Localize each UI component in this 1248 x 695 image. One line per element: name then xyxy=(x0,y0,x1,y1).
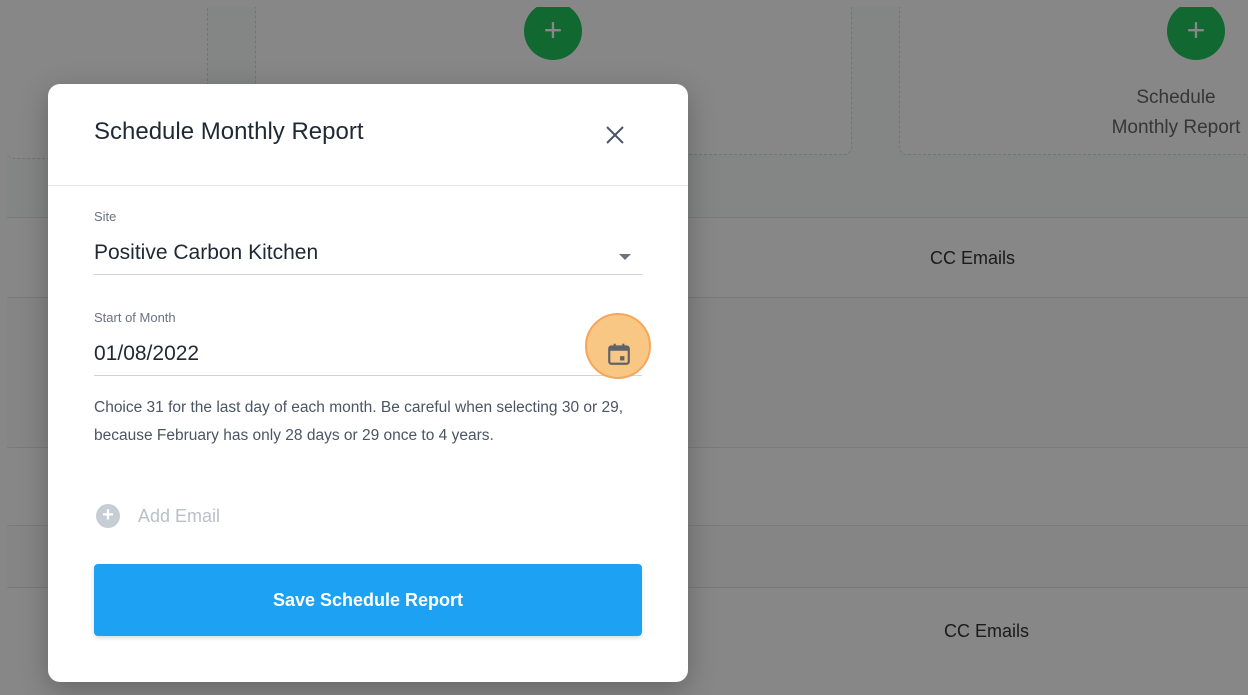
site-select[interactable]: Positive Carbon Kitchen xyxy=(94,241,318,265)
calendar-button[interactable] xyxy=(606,341,632,367)
help-text: Choice 31 for the last day of each month… xyxy=(94,399,624,444)
chevron-down-icon[interactable] xyxy=(619,254,631,260)
start-month-input[interactable]: 01/08/2022 xyxy=(94,342,199,366)
modal-header: Schedule Monthly Report xyxy=(48,84,688,186)
close-icon xyxy=(606,126,624,144)
add-email-button[interactable]: + Add Email xyxy=(96,502,220,530)
save-schedule-report-button[interactable]: Save Schedule Report xyxy=(94,564,642,636)
start-month-label: Start of Month xyxy=(94,310,176,325)
start-month-underline xyxy=(94,375,642,376)
site-underline xyxy=(94,274,642,275)
plus-circle-icon: + xyxy=(96,504,120,528)
modal-title: Schedule Monthly Report xyxy=(94,118,364,145)
add-email-label: Add Email xyxy=(138,505,221,526)
site-label: Site xyxy=(94,209,117,224)
schedule-report-modal: Schedule Monthly Report Site Positive Ca… xyxy=(48,84,688,682)
calendar-icon xyxy=(608,343,630,365)
close-button[interactable] xyxy=(600,120,630,150)
